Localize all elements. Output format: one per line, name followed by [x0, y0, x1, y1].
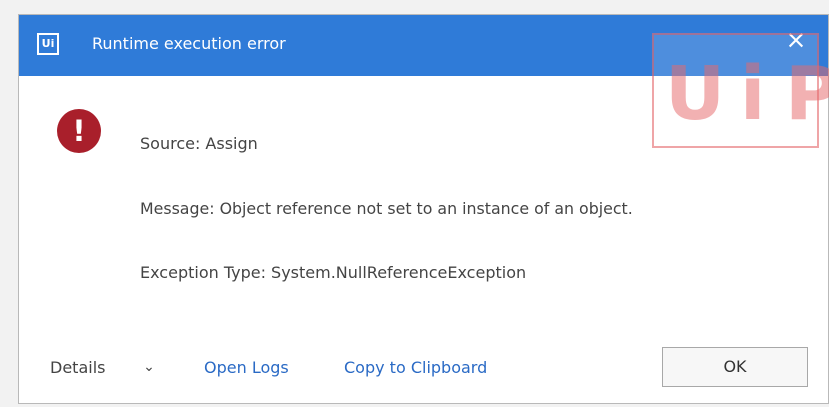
exception-type: Exception Type: System.NullReferenceExce… [140, 263, 527, 282]
chevron-down-icon[interactable]: ⌄ [140, 358, 158, 376]
uipath-icon: Ui [37, 33, 59, 55]
open-logs-link[interactable]: Open Logs [204, 358, 289, 377]
runtime-error-dialog: Ui Runtime execution error × ! Source: A… [18, 14, 829, 404]
details-toggle-label[interactable]: Details [50, 358, 105, 377]
error-source: Source: Assign [140, 134, 258, 153]
close-icon[interactable]: × [782, 26, 810, 54]
dialog-title: Runtime execution error [92, 34, 286, 53]
error-icon: ! [57, 109, 101, 153]
ok-button[interactable]: OK [662, 347, 808, 387]
copy-to-clipboard-link[interactable]: Copy to Clipboard [344, 358, 487, 377]
titlebar: Ui Runtime execution error × [19, 15, 828, 76]
error-message: Message: Object reference not set to an … [140, 199, 633, 218]
